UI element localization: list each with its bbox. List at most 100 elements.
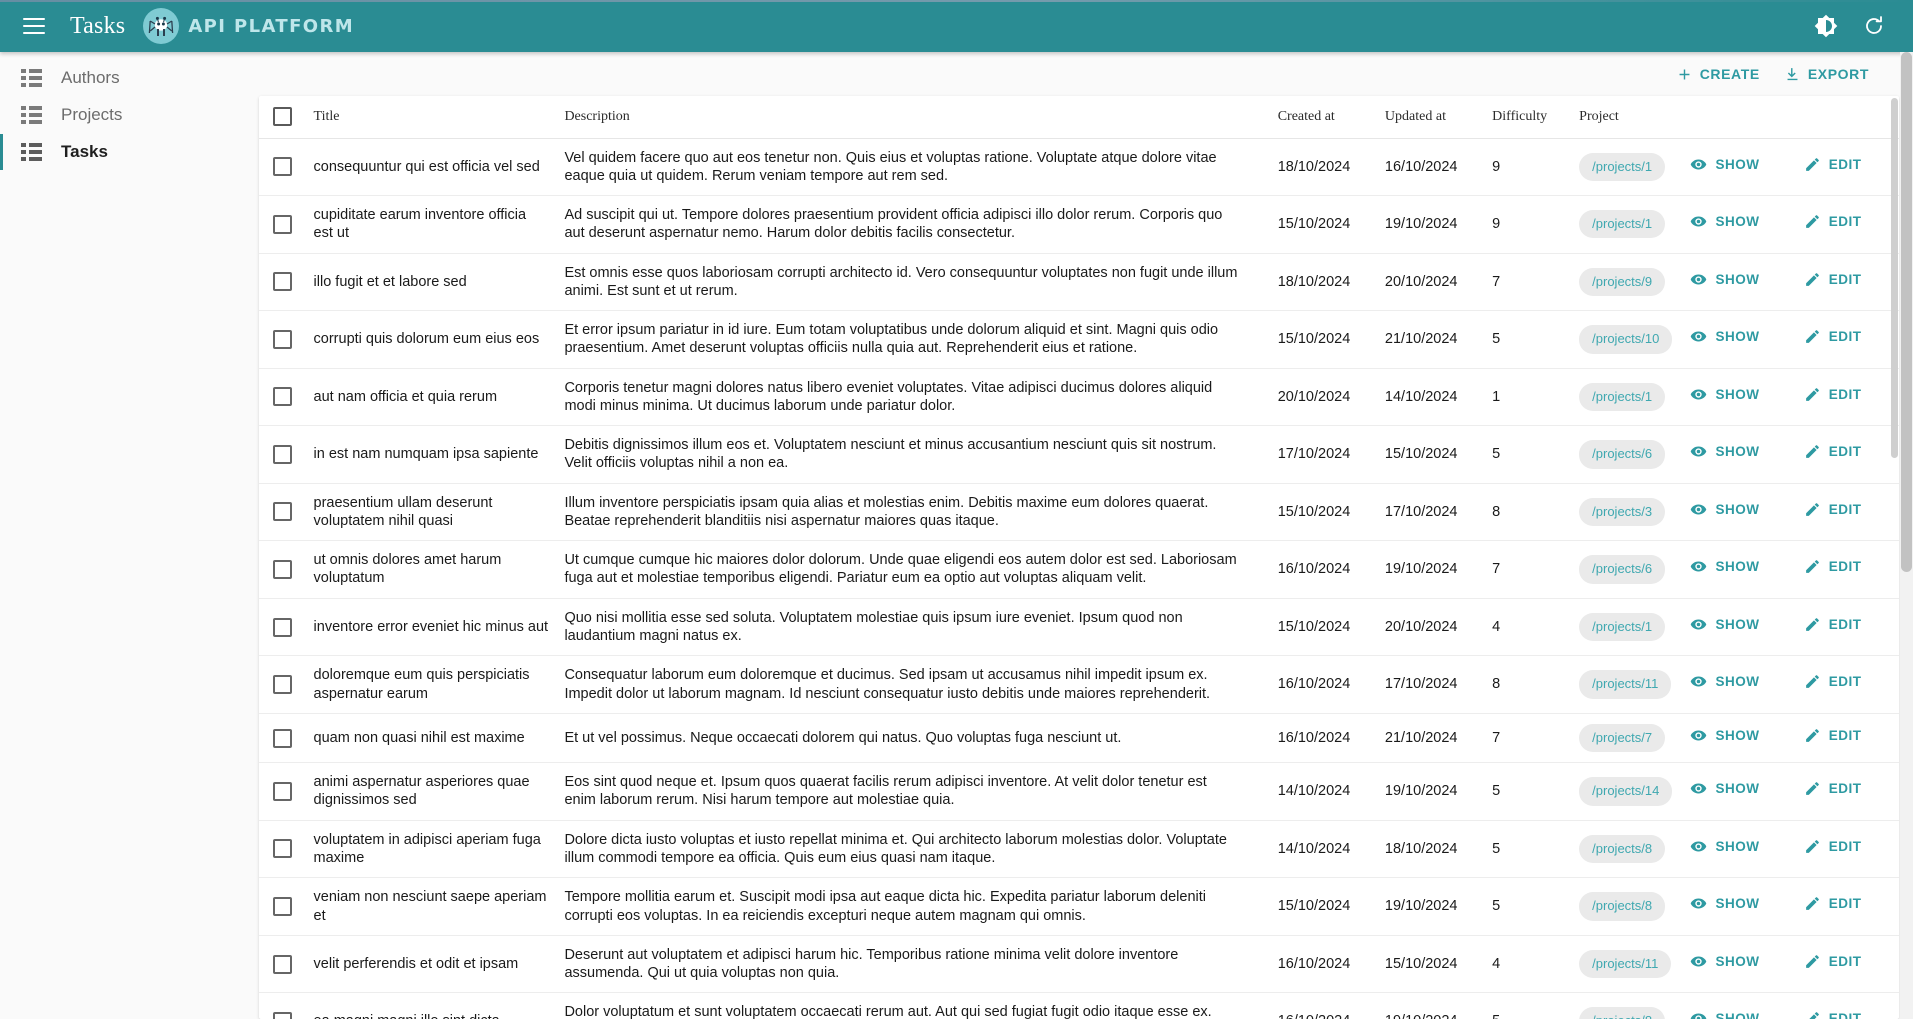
show-button[interactable]: SHOW: [1690, 673, 1759, 690]
show-button[interactable]: SHOW: [1690, 838, 1759, 855]
sidebar-item-tasks[interactable]: Tasks: [0, 134, 245, 170]
row-checkbox[interactable]: [273, 728, 292, 748]
edit-button[interactable]: EDIT: [1804, 443, 1862, 460]
project-chip[interactable]: /projects/1: [1579, 210, 1666, 239]
column-header-description[interactable]: Description: [556, 96, 1270, 139]
table-row[interactable]: velit perferendis et odit et ipsam Deseru…: [259, 935, 1899, 994]
project-chip[interactable]: /projects/10: [1579, 325, 1673, 354]
table-row[interactable]: ut omnis dolores amet harum voluptatum Ut…: [259, 540, 1899, 599]
column-header-updated-at[interactable]: Updated at: [1376, 96, 1485, 139]
table-row[interactable]: illo fugit et et labore sed Est omnis ess…: [259, 253, 1899, 312]
refresh-icon[interactable]: [1853, 5, 1895, 47]
table-inner-scrollbar-thumb[interactable]: [1891, 98, 1898, 458]
column-header-created-at[interactable]: Created at: [1269, 96, 1377, 139]
edit-button[interactable]: EDIT: [1804, 727, 1862, 744]
project-chip[interactable]: /projects/1: [1579, 612, 1666, 642]
project-chip[interactable]: /projects/3: [1579, 497, 1666, 527]
row-checkbox[interactable]: [273, 502, 292, 522]
show-button[interactable]: SHOW: [1690, 616, 1759, 633]
show-button[interactable]: SHOW: [1690, 727, 1759, 744]
show-button[interactable]: SHOW: [1690, 328, 1759, 345]
row-checkbox[interactable]: [273, 1012, 292, 1019]
show-button[interactable]: SHOW: [1690, 1010, 1759, 1019]
table-row[interactable]: quam non quasi nihil est maxime Et ut vel…: [259, 713, 1899, 764]
table-row[interactable]: cupiditate earum inventore officia est u…: [259, 195, 1899, 254]
edit-button[interactable]: EDIT: [1804, 328, 1862, 345]
show-button[interactable]: SHOW: [1690, 780, 1759, 797]
show-button[interactable]: SHOW: [1690, 895, 1759, 912]
show-button[interactable]: SHOW: [1690, 156, 1759, 173]
brand[interactable]: API PLATFORM: [143, 8, 354, 44]
project-chip[interactable]: /projects/6: [1579, 555, 1666, 584]
show-button[interactable]: SHOW: [1690, 558, 1759, 575]
edit-button[interactable]: EDIT: [1804, 558, 1862, 575]
edit-button[interactable]: EDIT: [1804, 616, 1862, 633]
edit-button[interactable]: EDIT: [1804, 780, 1862, 797]
row-checkbox[interactable]: [273, 272, 292, 292]
table-row[interactable]: inventore error eveniet hic minus aut Quo…: [259, 598, 1899, 657]
project-chip[interactable]: /projects/1: [1579, 382, 1666, 412]
column-header-project[interactable]: Project: [1571, 96, 1683, 139]
page-scrollbar[interactable]: [1900, 52, 1913, 1019]
row-checkbox[interactable]: [273, 329, 292, 349]
table-row[interactable]: praesentium ullam deserunt voluptatem ni…: [259, 483, 1899, 542]
show-button[interactable]: SHOW: [1690, 443, 1759, 460]
hamburger-menu-icon[interactable]: [10, 2, 58, 50]
edit-button[interactable]: EDIT: [1804, 271, 1862, 288]
row-checkbox[interactable]: [273, 214, 292, 234]
show-button[interactable]: SHOW: [1690, 386, 1759, 403]
project-chip[interactable]: /projects/7: [1579, 723, 1666, 753]
table-row[interactable]: veniam non nesciunt saepe aperiam et Temp…: [259, 877, 1899, 936]
row-checkbox[interactable]: [273, 387, 292, 407]
table-row[interactable]: consequuntur qui est officia vel sed Vel …: [259, 138, 1899, 197]
edit-button[interactable]: EDIT: [1804, 1010, 1862, 1019]
edit-button[interactable]: EDIT: [1804, 213, 1862, 230]
project-chip[interactable]: /projects/11: [1579, 949, 1672, 979]
column-header-title[interactable]: Title: [305, 96, 557, 139]
project-chip[interactable]: /projects/11: [1579, 670, 1672, 699]
create-button[interactable]: CREATE: [1666, 59, 1770, 90]
row-checkbox[interactable]: [273, 157, 292, 177]
show-button[interactable]: SHOW: [1690, 271, 1759, 288]
table-row[interactable]: in est nam numquam ipsa sapiente Debitis …: [259, 425, 1899, 484]
project-chip[interactable]: /projects/8: [1579, 834, 1666, 864]
show-button[interactable]: SHOW: [1690, 501, 1759, 518]
table-row[interactable]: ea magni magni illo sint dictaDolor volu…: [259, 992, 1899, 1019]
edit-button[interactable]: EDIT: [1804, 838, 1862, 855]
table-row[interactable]: doloremque eum quis perspiciatis asperna…: [259, 655, 1899, 714]
show-button[interactable]: SHOW: [1690, 953, 1759, 970]
edit-button[interactable]: EDIT: [1804, 673, 1862, 690]
row-checkbox[interactable]: [273, 781, 292, 801]
select-all-checkbox[interactable]: [273, 107, 292, 127]
project-chip[interactable]: /projects/8: [1579, 1007, 1666, 1019]
project-chip[interactable]: /projects/1: [1579, 152, 1666, 181]
table-row[interactable]: corrupti quis dolorum eum eius eos Et err…: [259, 310, 1899, 369]
sidebar-item-authors[interactable]: Authors: [0, 60, 245, 96]
table-row[interactable]: voluptatem in adipisci aperiam fuga maxi…: [259, 820, 1899, 879]
edit-button[interactable]: EDIT: [1804, 895, 1862, 912]
edit-button[interactable]: EDIT: [1804, 386, 1862, 403]
row-checkbox[interactable]: [273, 617, 292, 637]
edit-button[interactable]: EDIT: [1804, 501, 1862, 518]
table-inner-scrollbar[interactable]: [1890, 96, 1899, 1019]
project-chip[interactable]: /projects/6: [1579, 440, 1666, 469]
row-checkbox[interactable]: [273, 897, 292, 917]
table-row[interactable]: animi aspernatur asperiores quae digniss…: [259, 762, 1899, 821]
project-chip[interactable]: /projects/9: [1579, 267, 1666, 297]
project-chip[interactable]: /projects/8: [1579, 892, 1666, 921]
row-checkbox[interactable]: [273, 444, 292, 464]
edit-button[interactable]: EDIT: [1804, 156, 1862, 173]
show-button[interactable]: SHOW: [1690, 213, 1759, 230]
table-row[interactable]: aut nam officia et quia rerum Corporis te…: [259, 368, 1899, 427]
project-chip[interactable]: /projects/14: [1579, 777, 1673, 806]
row-checkbox[interactable]: [273, 675, 292, 695]
brightness-contrast-icon[interactable]: [1805, 5, 1847, 47]
export-button[interactable]: EXPORT: [1774, 59, 1879, 90]
page-scrollbar-thumb[interactable]: [1901, 52, 1912, 572]
sidebar-item-projects[interactable]: Projects: [0, 97, 245, 133]
row-checkbox[interactable]: [273, 954, 292, 974]
edit-button[interactable]: EDIT: [1804, 953, 1862, 970]
row-checkbox[interactable]: [273, 559, 292, 579]
column-header-difficulty[interactable]: Difficulty: [1484, 96, 1572, 139]
row-checkbox[interactable]: [273, 839, 292, 859]
